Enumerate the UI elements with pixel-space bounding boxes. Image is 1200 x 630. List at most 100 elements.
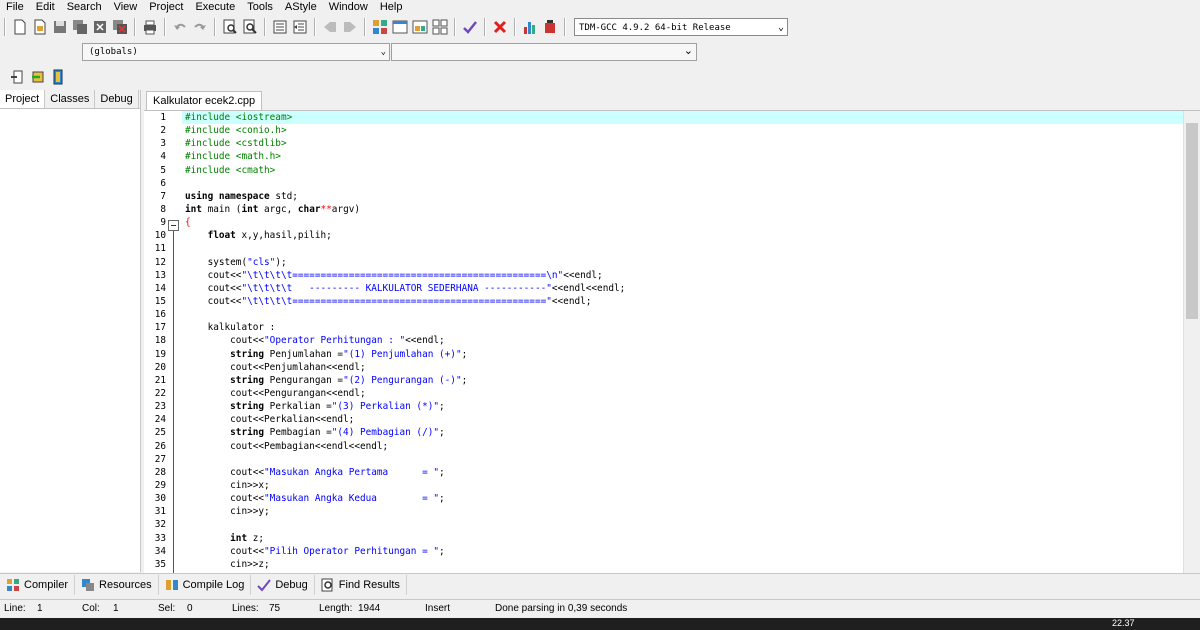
tab-resources[interactable]: Resources — [75, 575, 159, 595]
profile-chart-icon[interactable] — [522, 19, 538, 35]
line-number: 14 — [154, 282, 166, 294]
line-number: 1 — [160, 112, 166, 123]
stop-execution-icon[interactable] — [492, 19, 508, 35]
find-icon[interactable] — [222, 19, 238, 35]
code-line[interactable]: 19 string Penjumlahan ="(1) Penjumlahan … — [155, 348, 1184, 361]
new-file-icon[interactable] — [12, 19, 28, 35]
code-text: float x,y,hasil,pilih; — [207, 230, 332, 242]
code-line[interactable]: 33 int z; — [155, 532, 1184, 545]
open-file-icon[interactable] — [32, 19, 48, 35]
code-line[interactable]: 9{ — [160, 216, 1184, 229]
line-number: 10 — [154, 230, 166, 242]
code-text: string Perkalian ="(3) Perkalian (*)"; — [230, 401, 445, 413]
code-line[interactable]: 16 — [155, 308, 1184, 321]
status-line-value: 1 — [37, 603, 43, 614]
tab-find-results[interactable]: Find Results — [315, 575, 407, 595]
menu-project[interactable]: Project — [143, 0, 189, 14]
menu-search[interactable]: Search — [61, 0, 108, 14]
code-line[interactable]: 11 — [155, 242, 1184, 255]
tab-debug-bottom[interactable]: Debug — [251, 575, 315, 595]
unindent-icon[interactable] — [292, 19, 308, 35]
code-line[interactable]: 2 #include <conio.h> — [160, 124, 1184, 137]
menu-file[interactable]: File — [0, 0, 30, 14]
toolbar-separator — [364, 18, 366, 36]
code-line[interactable]: 17 kalkulator : — [155, 321, 1184, 334]
compiler-select[interactable]: TDM-GCC 4.9.2 64-bit Release ⌄ — [574, 18, 788, 36]
menu-help[interactable]: Help — [374, 0, 409, 14]
code-line[interactable]: 34 cout<<"Pilih Operator Perhitungan = "… — [155, 545, 1184, 558]
code-line[interactable]: 18 cout<<"Operator Perhitungan : "<<endl… — [155, 334, 1184, 347]
code-line[interactable]: 22 cout<<Pengurangan<<endl; — [155, 387, 1184, 400]
member-select[interactable]: ⌄ — [391, 43, 697, 61]
code-line[interactable]: 14 cout<<"\t\t\t\t --------- KALKULATOR … — [155, 282, 1184, 295]
code-line[interactable]: 24 cout<<Perkalian<<endl; — [155, 413, 1184, 426]
globals-select[interactable]: (globals) ⌄ — [82, 43, 390, 61]
code-line[interactable]: 26 cout<<Pembagian<<endl<<endl; — [155, 440, 1184, 453]
code-line[interactable]: 29 cin>>x; — [155, 479, 1184, 492]
code-line[interactable]: 25 string Pembagian ="(4) Pembagian (/)"… — [155, 426, 1184, 439]
menu-view[interactable]: View — [108, 0, 144, 14]
redo-icon[interactable] — [192, 19, 208, 35]
code-line[interactable]: 30 cout<<"Masukan Angka Kedua = "; — [155, 492, 1184, 505]
insert-icon[interactable] — [30, 69, 46, 85]
code-editor[interactable]: 1 #include <iostream> 2 #include <conio.h> 3… — [144, 110, 1200, 573]
syntax-check-icon[interactable] — [462, 19, 478, 35]
tab-compiler[interactable]: Compiler — [0, 575, 76, 595]
tab-project[interactable]: Project — [0, 90, 46, 108]
print-icon[interactable] — [142, 19, 158, 35]
tab-find-results-label: Find Results — [338, 579, 400, 591]
undo-icon[interactable] — [172, 19, 188, 35]
code-line[interactable]: 20 cout<<Penjumlahan<<endl; — [155, 361, 1184, 374]
run-icon[interactable] — [392, 19, 408, 35]
code-line[interactable]: 7 using namespace std; — [160, 190, 1184, 203]
menu-window[interactable]: Window — [323, 0, 374, 14]
goto-line-icon[interactable] — [10, 69, 26, 85]
code-line[interactable]: 27 — [155, 453, 1184, 466]
code-line[interactable]: 13 cout<<"\t\t\t\t======================… — [155, 269, 1184, 282]
tab-file[interactable]: Kalkulator ecek2.cpp — [146, 91, 263, 111]
code-text: #include <conio.h> — [185, 125, 287, 137]
compile-run-icon[interactable] — [412, 19, 428, 35]
close-file-icon[interactable] — [92, 19, 108, 35]
toggle-bookmark-icon[interactable] — [322, 19, 338, 35]
fold-toggle-icon[interactable] — [168, 220, 179, 231]
delete-profile-icon[interactable] — [542, 19, 558, 35]
rebuild-all-icon[interactable] — [432, 19, 448, 35]
scrollbar-thumb[interactable] — [1186, 123, 1198, 319]
menu-astyle[interactable]: AStyle — [279, 0, 323, 14]
close-all-icon[interactable] — [112, 19, 128, 35]
replace-icon[interactable] — [242, 19, 258, 35]
code-line[interactable]: 4 #include <math.h> — [160, 150, 1184, 163]
compile-icon[interactable] — [372, 19, 388, 35]
code-line[interactable]: 28 cout<<"Masukan Angka Pertama = "; — [155, 466, 1184, 479]
menu-tools[interactable]: Tools — [241, 0, 279, 14]
code-line[interactable]: 35 cin>>z; — [155, 558, 1184, 571]
bookmark-icon[interactable] — [50, 69, 66, 85]
tab-debug[interactable]: Debug — [95, 90, 139, 108]
vertical-scrollbar[interactable] — [1183, 111, 1200, 573]
goto-bookmark-icon[interactable] — [342, 19, 358, 35]
menu-edit[interactable]: Edit — [30, 0, 61, 14]
code-line[interactable]: 10 float x,y,hasil,pilih; — [155, 229, 1184, 242]
code-line[interactable]: 32 — [155, 518, 1184, 531]
code-line[interactable]: 31 cin>>y; — [155, 505, 1184, 518]
code-line[interactable]: 23 string Perkalian ="(3) Perkalian (*)"… — [155, 400, 1184, 413]
code-line[interactable]: 12 system("cls"); — [155, 256, 1184, 269]
save-icon[interactable] — [52, 19, 68, 35]
project-panel: Project Classes Debug — [0, 90, 141, 572]
code-line[interactable]: 1 #include <iostream> — [160, 111, 1184, 125]
code-line[interactable]: 5 #include <cmath> — [160, 164, 1184, 177]
tab-classes[interactable]: Classes — [45, 90, 96, 108]
save-all-icon[interactable] — [72, 19, 88, 35]
indent-icon[interactable] — [272, 19, 288, 35]
code-line[interactable]: 15 cout<<"\t\t\t\t======================… — [155, 295, 1184, 308]
tab-compile-log[interactable]: Compile Log — [159, 575, 252, 595]
code-line[interactable]: 3 #include <cstdlib> — [160, 137, 1184, 150]
code-area[interactable]: 1 #include <iostream> 2 #include <conio.h> 3… — [155, 111, 1184, 573]
code-line[interactable]: 8 int main (int argc, char**argv) — [160, 203, 1184, 216]
code-line[interactable]: 6 — [160, 177, 1184, 190]
line-number: 6 — [160, 177, 166, 189]
menu-execute[interactable]: Execute — [189, 0, 241, 14]
chevron-down-icon: ⌄ — [777, 22, 784, 33]
code-line[interactable]: 21 string Pengurangan ="(2) Pengurangan … — [155, 374, 1184, 387]
